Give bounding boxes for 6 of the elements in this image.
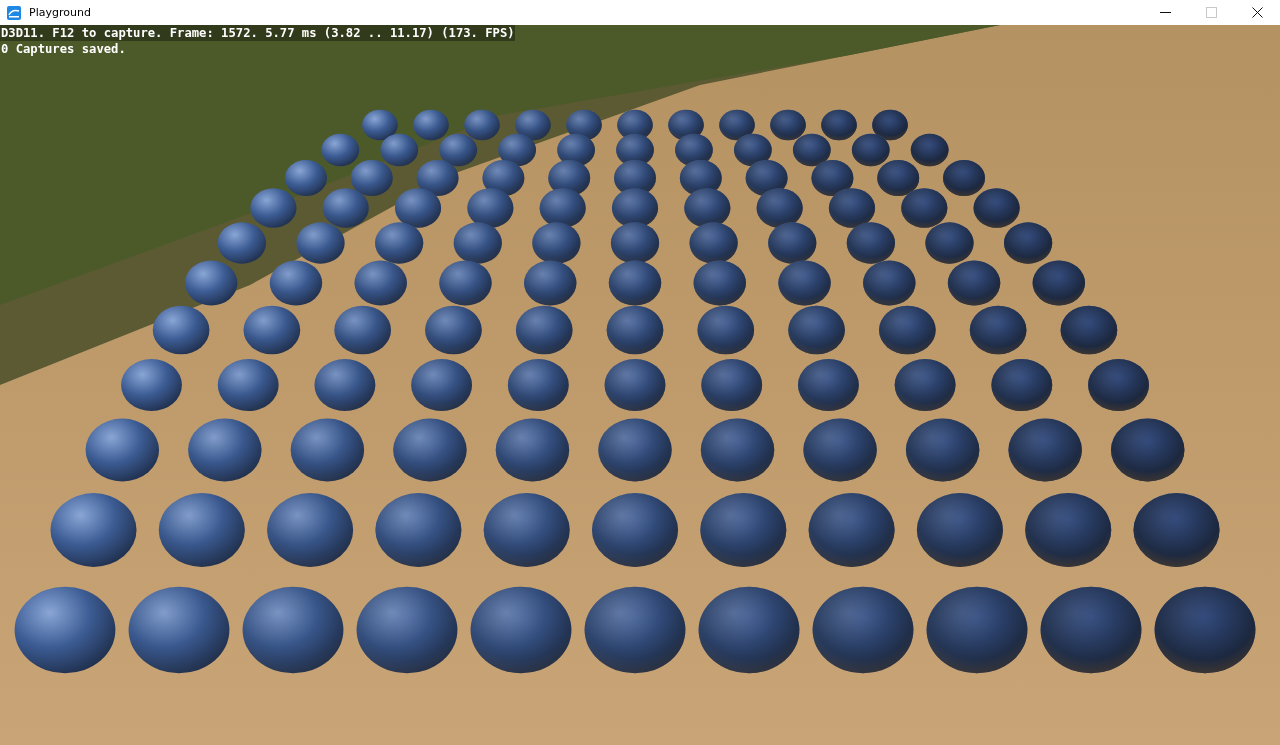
app-icon <box>7 5 21 20</box>
maximize-icon <box>1205 7 1217 18</box>
debug-text: D3D11. F12 to capture. Frame: 1572. 5.77 ms (3.82 .. 11.17) (173. FPS) <box>0 25 515 41</box>
window-title: Playground <box>29 6 91 19</box>
debug-text: 0 Captures saved. <box>0 41 126 57</box>
close-icon <box>1251 7 1263 18</box>
